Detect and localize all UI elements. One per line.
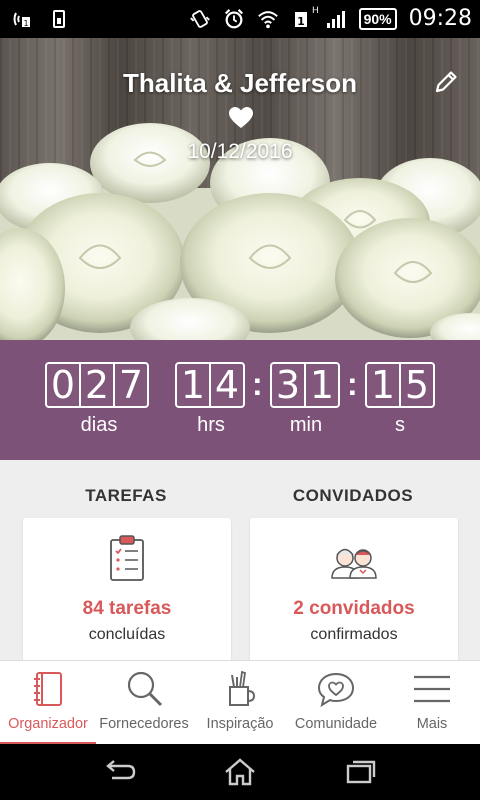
network-type: H bbox=[312, 4, 319, 15]
tools-cup-icon bbox=[229, 670, 256, 706]
guests-title: CONVIDADOS bbox=[292, 486, 414, 505]
seconds-counter: 1 5 bbox=[365, 362, 435, 408]
hours-digit: 1 bbox=[175, 362, 211, 408]
couple-icon bbox=[331, 548, 377, 579]
nav-label: Organizador bbox=[8, 716, 88, 732]
nav-inspiracao[interactable]: Inspiração bbox=[192, 661, 288, 745]
days-label: dias bbox=[80, 414, 118, 436]
seconds-label: s bbox=[395, 414, 405, 436]
nav-label: Inspiração bbox=[206, 716, 274, 732]
separator: : bbox=[347, 366, 358, 402]
notebook-icon bbox=[34, 672, 62, 706]
bottom-navigation: Organizador Fornecedores Inspiração Comu… bbox=[0, 660, 480, 745]
guests-count: 2 convidados bbox=[293, 598, 415, 619]
days-counter: 0 2 7 bbox=[45, 362, 149, 408]
tasks-subtitle: concluídas bbox=[88, 626, 166, 643]
nav-comunidade[interactable]: Comunidade bbox=[288, 661, 384, 745]
search-icon bbox=[127, 671, 163, 707]
separator: : bbox=[252, 366, 263, 402]
summary-section: TAREFAS CONVIDADOS 84 tarefas concluídas… bbox=[0, 460, 480, 668]
countdown-panel: 0 2 7 1 4 : 3 1 : 1 5 dias hrs min s bbox=[0, 340, 480, 460]
svg-text:1: 1 bbox=[297, 15, 305, 28]
days-digit: 0 bbox=[45, 362, 81, 408]
home-icon[interactable] bbox=[220, 758, 260, 786]
back-icon[interactable] bbox=[100, 758, 140, 786]
nav-fornecedores[interactable]: Fornecedores bbox=[96, 661, 192, 745]
clipboard-icon bbox=[110, 535, 144, 581]
header-hero: Thalita & Jefferson 10/12/2016 bbox=[0, 38, 480, 340]
nav-label: Mais bbox=[416, 716, 448, 732]
nav-mais[interactable]: Mais bbox=[384, 661, 480, 745]
guests-card[interactable]: 2 convidados confirmados bbox=[250, 518, 458, 668]
minutes-digit: 1 bbox=[304, 362, 340, 408]
battery-icon: 90% bbox=[358, 7, 397, 30]
menu-icon bbox=[414, 675, 450, 703]
nav-organizador[interactable]: Organizador bbox=[0, 661, 96, 745]
heart-icon bbox=[229, 107, 253, 128]
tasks-count: 84 tarefas bbox=[82, 598, 172, 619]
minutes-digit: 3 bbox=[270, 362, 306, 408]
wedding-date: 10/12/2016 bbox=[187, 140, 293, 163]
sim-icon bbox=[48, 8, 70, 30]
hours-counter: 1 4 bbox=[175, 362, 245, 408]
hours-digit: 4 bbox=[209, 362, 245, 408]
signal-icon bbox=[325, 8, 347, 30]
days-digit: 7 bbox=[113, 362, 149, 408]
hours-label: hrs bbox=[197, 414, 225, 436]
seconds-digit: 5 bbox=[399, 362, 435, 408]
minutes-counter: 3 1 bbox=[270, 362, 340, 408]
couple-names: Thalita & Jefferson bbox=[122, 68, 358, 98]
chat-heart-icon bbox=[317, 672, 355, 708]
seconds-digit: 1 bbox=[365, 362, 401, 408]
alarm-icon bbox=[223, 8, 245, 30]
minutes-label: min bbox=[289, 414, 323, 436]
system-navigation-bar bbox=[0, 744, 480, 800]
wireless-signal-icon: 1 bbox=[12, 8, 34, 30]
status-bar: 1 1 H 90% 09:28 bbox=[0, 0, 480, 38]
recent-apps-icon[interactable] bbox=[340, 758, 380, 786]
nav-label: Fornecedores bbox=[99, 716, 189, 732]
guests-subtitle: confirmados bbox=[310, 626, 398, 643]
days-digit: 2 bbox=[79, 362, 115, 408]
clock: 09:28 bbox=[408, 6, 472, 31]
sim-1-icon: 1 H bbox=[291, 5, 319, 30]
pencil-icon[interactable] bbox=[432, 68, 460, 96]
tasks-card[interactable]: 84 tarefas concluídas bbox=[23, 518, 231, 668]
wifi-icon bbox=[257, 8, 279, 30]
svg-text:1: 1 bbox=[23, 19, 28, 28]
vibrate-icon bbox=[189, 8, 211, 30]
tasks-title: TAREFAS bbox=[85, 486, 167, 505]
nav-label: Comunidade bbox=[294, 716, 378, 732]
